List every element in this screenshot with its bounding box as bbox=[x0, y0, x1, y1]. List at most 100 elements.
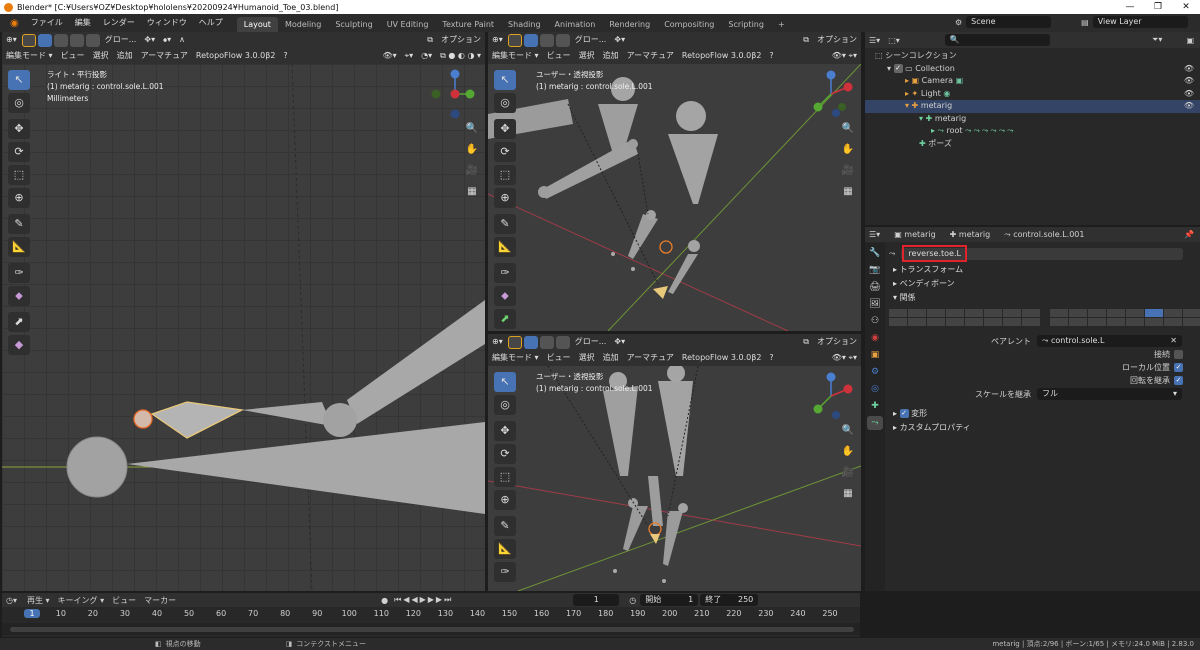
transform-tool-icon[interactable]: ⊕ bbox=[8, 188, 30, 208]
view-layer-icon[interactable]: ▤ bbox=[1081, 18, 1089, 27]
tr-menu-select[interactable]: 選択 bbox=[575, 48, 599, 64]
bone-size-tool-icon[interactable]: ⬥ bbox=[8, 286, 30, 306]
br-xray-icon[interactable]: ⧉ bbox=[799, 334, 813, 350]
tr-camera-view-icon[interactable]: 🎥 bbox=[839, 162, 857, 180]
tab-layout[interactable]: Layout bbox=[236, 17, 278, 32]
timeline-menu-keying[interactable]: キーイング ▾ bbox=[58, 595, 105, 606]
tr-select-mode-extend-icon[interactable] bbox=[539, 33, 554, 47]
menu-help[interactable]: ヘルプ bbox=[193, 14, 229, 32]
deform-checkbox[interactable]: ✓ bbox=[899, 409, 909, 418]
outliner-item-collection[interactable]: ▾ ✓ ▭ Collection 👁 bbox=[875, 63, 1200, 76]
timeline-menu-marker[interactable]: マーカー bbox=[144, 595, 176, 606]
select-mode-set-icon[interactable] bbox=[37, 33, 52, 47]
select-tool-icon[interactable] bbox=[21, 33, 36, 47]
tr-transform-tool-icon[interactable]: ⊕ bbox=[494, 188, 516, 208]
br-camera-view-icon[interactable]: 🎥 bbox=[839, 464, 857, 482]
tr-xray-icon[interactable]: ⧉ bbox=[799, 32, 813, 48]
roll-tool-icon[interactable]: ✑ bbox=[8, 263, 30, 283]
pin-icon[interactable]: 📌 bbox=[1184, 230, 1194, 239]
measure-tool-icon[interactable]: 📐 bbox=[8, 237, 30, 257]
br-menu-select[interactable]: 選択 bbox=[575, 350, 599, 366]
tr-perspective-icon[interactable]: ▦ bbox=[839, 183, 857, 201]
record-icon[interactable]: ● bbox=[381, 596, 388, 605]
inherit-rotation-checkbox[interactable]: ✓ bbox=[1174, 376, 1183, 385]
tr-menu-add[interactable]: 追加 bbox=[599, 48, 623, 64]
scale-tool-icon[interactable]: ⬚ bbox=[8, 165, 30, 185]
visibility-icon[interactable]: 👁▾ bbox=[378, 48, 400, 64]
bone-name-input[interactable]: reverse.toe.L bbox=[901, 245, 1184, 262]
gizmo-icon[interactable]: ⌖▾ bbox=[401, 48, 418, 64]
blender-menu-icon[interactable]: ◉ bbox=[4, 18, 25, 29]
menu-armature[interactable]: アーマチュア bbox=[137, 48, 192, 64]
close-window-button[interactable]: ✕ bbox=[1172, 0, 1200, 14]
br-shading-modes-icon[interactable]: 👁▾ ⌖▾ bbox=[828, 350, 861, 366]
section-deform[interactable]: ▸ ✓ 変形 bbox=[887, 407, 1197, 421]
parent-field[interactable]: ⤳ control.sole.L ✕ bbox=[1037, 335, 1182, 347]
br-menu-armature[interactable]: アーマチュア bbox=[623, 350, 678, 366]
menu-add[interactable]: 追加 bbox=[113, 48, 137, 64]
tr-navigation-gizmo[interactable] bbox=[806, 69, 856, 119]
cursor-tool-icon[interactable]: ◎ bbox=[8, 93, 30, 113]
properties-editor-icon[interactable]: ☰▾ bbox=[869, 230, 880, 239]
minimize-button[interactable]: — bbox=[1116, 0, 1144, 14]
connected-checkbox[interactable] bbox=[1174, 350, 1183, 359]
bottom-right-viewport[interactable]: ユーザー・透視投影 (1) metarig : control.sole.L.0… bbox=[488, 366, 861, 591]
left-viewport[interactable]: ライト・平行投影 (1) metarig : control.sole.L.00… bbox=[2, 64, 485, 591]
br-select-mode-subtract-icon[interactable] bbox=[555, 335, 570, 349]
tab-animation[interactable]: Animation bbox=[548, 17, 603, 32]
tr-pivot-icon[interactable]: ✥▾ bbox=[610, 32, 629, 48]
br-move-tool-icon[interactable]: ✥ bbox=[494, 421, 516, 441]
bone-envelope-tool-icon[interactable]: ◆ bbox=[8, 335, 30, 355]
br-navigation-gizmo[interactable] bbox=[806, 371, 856, 421]
br-select-mode-extend-icon[interactable] bbox=[539, 335, 554, 349]
select-mode-extend-icon[interactable] bbox=[53, 33, 68, 47]
pan-hand-icon[interactable]: ✋ bbox=[463, 141, 481, 159]
tr-move-tool-icon[interactable]: ✥ bbox=[494, 119, 516, 139]
br-help-icon[interactable]: ? bbox=[765, 350, 777, 366]
select-mode-subtract-icon[interactable] bbox=[69, 33, 84, 47]
tr-editor-type-icon[interactable]: ⊕▾ bbox=[488, 32, 507, 48]
menu-select[interactable]: 選択 bbox=[89, 48, 113, 64]
snap-icon[interactable]: ⦁▾ bbox=[159, 32, 175, 48]
tr-shading-modes-icon[interactable]: 👁▾ ⌖▾ bbox=[828, 48, 861, 64]
tool-tab-icon[interactable]: 🔧 bbox=[867, 246, 883, 260]
outliner-filter-icon[interactable]: ⏷▾ bbox=[1152, 35, 1162, 45]
tr-cursor-tool-icon[interactable]: ◎ bbox=[494, 93, 516, 113]
tr-select-box-tool-icon[interactable]: ↖ bbox=[494, 70, 516, 90]
annotate-tool-icon[interactable]: ✎ bbox=[8, 214, 30, 234]
navigation-gizmo[interactable] bbox=[430, 69, 480, 119]
tr-menu-armature[interactable]: アーマチュア bbox=[623, 48, 678, 64]
tab-texture-paint[interactable]: Texture Paint bbox=[435, 17, 501, 32]
outliner-item-pose[interactable]: ✚ ポーズ bbox=[875, 138, 1200, 151]
br-select-mode-set-icon[interactable] bbox=[523, 335, 538, 349]
section-relations[interactable]: ▾ 関係 bbox=[887, 291, 1197, 305]
world-tab-icon[interactable]: ◉ bbox=[867, 331, 883, 345]
tr-extrude-tool-icon[interactable]: ⬈ bbox=[494, 309, 516, 329]
options-dropdown[interactable]: オプション bbox=[437, 32, 485, 48]
extrude-tool-icon[interactable]: ⬈ bbox=[8, 312, 30, 332]
tr-options-dropdown[interactable]: オプション bbox=[813, 32, 861, 48]
preview-range-icon[interactable]: ◷ bbox=[629, 596, 636, 605]
br-menu-add[interactable]: 追加 bbox=[599, 350, 623, 366]
inherit-scale-dropdown[interactable]: フル ▾ bbox=[1037, 388, 1182, 400]
menu-view[interactable]: ビュー bbox=[57, 48, 89, 64]
help-icon[interactable]: ? bbox=[279, 48, 291, 64]
local-location-checkbox[interactable]: ✓ bbox=[1174, 363, 1183, 372]
tr-retopoflow-menu[interactable]: RetopoFlow 3.0.0β2 bbox=[678, 48, 765, 64]
proportional-edit-icon[interactable]: ∧ bbox=[175, 32, 189, 48]
playback-controls[interactable]: ⏮◀◀▶▶▶⏭ bbox=[394, 595, 453, 605]
br-pivot-icon[interactable]: ✥▾ bbox=[610, 334, 629, 350]
end-frame-field[interactable]: 終了 250 bbox=[700, 594, 759, 606]
timeline-menu-view[interactable]: ビュー bbox=[112, 595, 136, 606]
xray-icon[interactable]: ⧉ bbox=[423, 32, 437, 48]
br-scale-tool-icon[interactable]: ⬚ bbox=[494, 467, 516, 487]
br-rotate-tool-icon[interactable]: ⟳ bbox=[494, 444, 516, 464]
select-box-tool-icon[interactable]: ↖ bbox=[8, 70, 30, 90]
tr-measure-tool-icon[interactable]: 📐 bbox=[494, 237, 516, 257]
move-tool-icon[interactable]: ✥ bbox=[8, 119, 30, 139]
br-select-tool-icon[interactable] bbox=[507, 335, 522, 349]
rotate-tool-icon[interactable]: ⟳ bbox=[8, 142, 30, 162]
new-collection-icon[interactable]: ▣ bbox=[1186, 36, 1194, 45]
section-bendy-bones[interactable]: ▸ ベンディボーン bbox=[887, 277, 1197, 291]
maximize-button[interactable]: ❐ bbox=[1144, 0, 1172, 14]
